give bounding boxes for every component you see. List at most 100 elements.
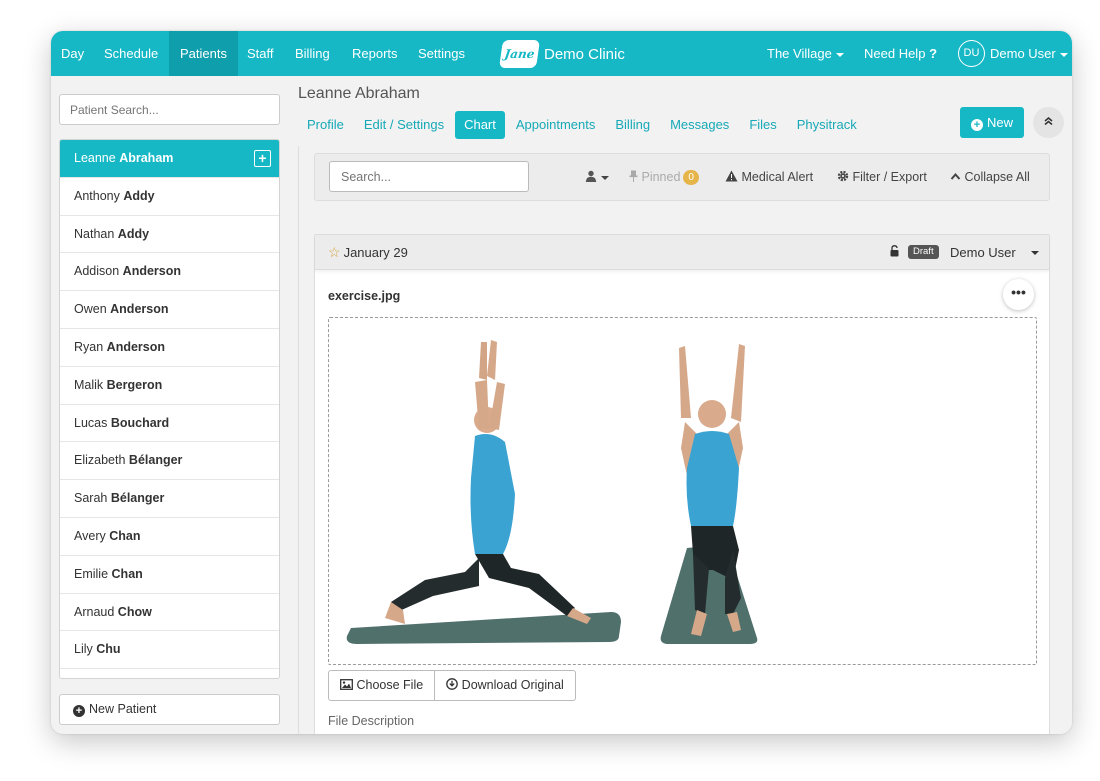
patient-list-item[interactable]: Malik Bergeron: [60, 367, 279, 405]
user-menu[interactable]: Demo User: [990, 31, 1068, 76]
patient-last-name: Anderson: [110, 302, 169, 317]
patient-first-name: Elizabeth: [74, 453, 126, 468]
image-icon: [340, 679, 353, 690]
user-name: Demo User: [990, 46, 1056, 61]
patient-first-name: Nathan: [74, 226, 115, 241]
page-title: Leanne Abraham: [298, 85, 420, 102]
practitioner-filter[interactable]: [585, 154, 609, 200]
pinned-label: Pinned: [641, 170, 681, 184]
patient-list-item[interactable]: Lily Chu: [60, 631, 279, 670]
lunge-figure: [385, 340, 591, 624]
patient-list-item[interactable]: Owen Anderson: [60, 291, 279, 329]
patient-list-item[interactable]: Addison Anderson: [60, 253, 279, 292]
chart-entry: ☆ January 29 Draft Demo User exercise.jpg…: [314, 234, 1050, 734]
patient-first-name: Malik: [74, 377, 104, 392]
patient-first-name: Addison: [74, 264, 120, 279]
avatar[interactable]: DU: [958, 40, 985, 67]
star-icon[interactable]: ☆: [328, 244, 341, 260]
download-original-label: Download Original: [461, 678, 564, 692]
chevron-down-icon[interactable]: [1031, 251, 1039, 255]
patient-last-name: Bergeron: [106, 377, 163, 392]
patient-first-name: Owen: [74, 302, 107, 317]
nav-reports[interactable]: Reports: [352, 31, 398, 76]
more-options-button[interactable]: •••: [1003, 279, 1034, 310]
brand[interactable]: Jane Demo Clinic: [499, 39, 625, 69]
patient-list-item[interactable]: Emilie Chan: [60, 556, 279, 594]
nav-settings[interactable]: Settings: [418, 31, 465, 76]
nav-staff[interactable]: Staff: [247, 31, 274, 76]
pinned-filter[interactable]: Pinned 0: [629, 154, 699, 200]
collapse-all-label: Collapse All: [964, 170, 1030, 184]
new-patient-button[interactable]: + New Patient: [59, 694, 280, 725]
tab-profile[interactable]: Profile: [298, 111, 353, 139]
file-actions: Choose File Download Original: [328, 670, 576, 701]
nav-billing[interactable]: Billing: [295, 31, 330, 76]
patient-last-name: Addy: [123, 188, 155, 203]
patient-last-name: Abraham: [119, 151, 174, 165]
entry-date-label: January 29: [343, 245, 408, 260]
gear-icon: [837, 170, 849, 182]
pinned-count-badge: 0: [683, 170, 699, 185]
new-entry-label: New: [986, 115, 1013, 130]
help-label: Need Help: [864, 46, 926, 61]
plus-circle-icon: +: [970, 119, 983, 131]
nav-day[interactable]: Day: [61, 31, 84, 76]
tab-appointments[interactable]: Appointments: [507, 111, 605, 139]
tab-physitrack[interactable]: Physitrack: [788, 111, 866, 139]
patient-list-item[interactable]: Nathan Addy: [60, 216, 279, 254]
new-entry-button[interactable]: + New: [960, 107, 1024, 138]
patient-list: Leanne Abraham + Anthony Addy Nathan Addy Ad…: [59, 139, 280, 679]
patient-list-item[interactable]: Sarah Bélanger: [60, 480, 279, 518]
tab-edit-settings[interactable]: Edit / Settings: [355, 111, 453, 139]
add-icon[interactable]: +: [254, 150, 271, 167]
file-description-label: File Description: [328, 714, 415, 728]
patient-search-input[interactable]: [59, 94, 280, 125]
logo-text: Jane: [503, 47, 536, 61]
tab-chart[interactable]: Chart: [455, 111, 505, 139]
ellipsis-icon: •••: [1011, 284, 1026, 300]
patient-list-item[interactable]: Lucas Bouchard: [60, 405, 279, 443]
collapse-all-button[interactable]: Collapse All: [950, 154, 1030, 200]
patient-last-name: Addy: [117, 226, 150, 241]
download-original-button[interactable]: Download Original: [435, 670, 576, 701]
patient-list-item[interactable]: Ryan Anderson: [60, 329, 279, 367]
patient-list-item[interactable]: Avery Chan: [60, 518, 279, 556]
location-dropdown[interactable]: The Village: [767, 31, 844, 76]
warning-icon: [725, 170, 738, 182]
patient-last-name: Chan: [109, 528, 141, 543]
patient-tabs: Profile Edit / Settings Chart Appointmen…: [298, 111, 868, 139]
chevron-down-icon: [601, 175, 609, 180]
patient-last-name: Anderson: [122, 264, 182, 279]
tab-billing[interactable]: Billing: [606, 111, 659, 139]
collapse-header-button[interactable]: [1033, 107, 1064, 138]
patient-last-name: Anderson: [106, 339, 166, 354]
user-icon: [585, 170, 597, 182]
nav-schedule[interactable]: Schedule: [104, 31, 158, 76]
chart-search-input[interactable]: [329, 161, 529, 192]
patient-list-item[interactable]: Elizabeth Bélanger: [60, 442, 279, 481]
patient-list-item[interactable]: Anthony Addy: [60, 178, 279, 216]
chart-panel: Pinned0 Medical Alert Filter / Export Co…: [298, 146, 1072, 734]
tab-messages[interactable]: Messages: [661, 111, 738, 139]
choose-file-button[interactable]: Choose File: [328, 670, 436, 701]
patient-first-name: Ryan: [74, 339, 104, 354]
medical-alert-button[interactable]: Medical Alert: [725, 154, 813, 200]
tab-files[interactable]: Files: [740, 111, 785, 139]
chevron-down-icon: [1059, 52, 1068, 57]
filter-export-button[interactable]: Filter / Export: [837, 154, 927, 200]
help-link[interactable]: Need Help ?: [864, 31, 937, 76]
patient-first-name: Lily: [74, 642, 93, 657]
chart-entry-header[interactable]: ☆ January 29 Draft Demo User: [315, 235, 1049, 270]
patient-last-name: Chan: [111, 566, 143, 581]
unlock-icon[interactable]: [890, 245, 899, 257]
patient-list-item[interactable]: Arnaud Chow: [60, 594, 279, 632]
patient-list-item[interactable]: Leanne Abraham +: [60, 140, 279, 178]
patient-last-name: Chu: [96, 642, 121, 657]
image-dropzone[interactable]: [328, 317, 1037, 665]
nav-patients[interactable]: Patients: [169, 31, 238, 76]
patient-last-name: Bouchard: [110, 415, 170, 430]
choose-file-label: Choose File: [356, 678, 424, 692]
question-icon: ?: [929, 46, 938, 61]
double-chevron-up-icon: [1044, 116, 1053, 126]
patient-first-name: Leanne: [74, 151, 116, 165]
